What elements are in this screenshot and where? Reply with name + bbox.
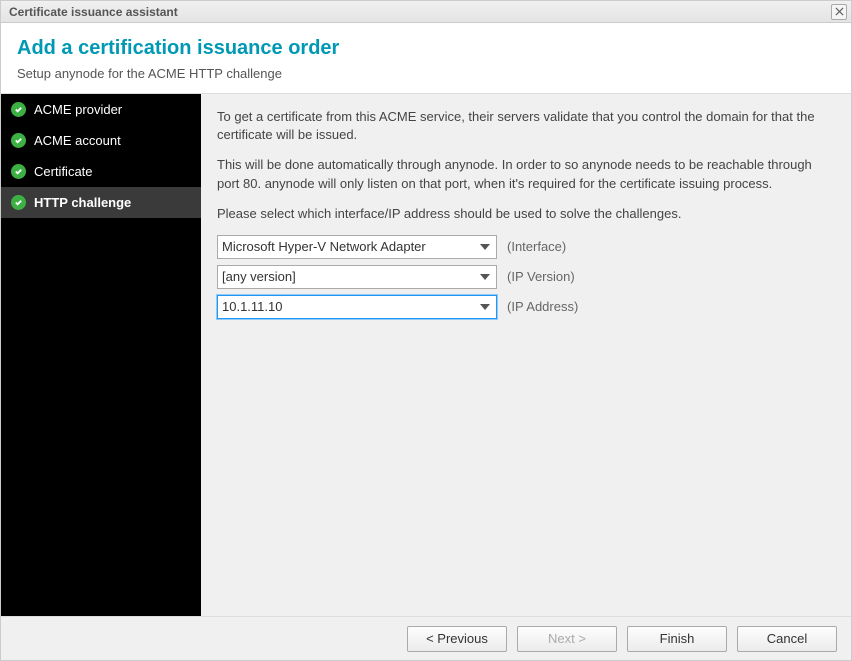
interface-select[interactable]: Microsoft Hyper-V Network Adapter (217, 235, 497, 259)
sidebar-item-acme-account[interactable]: ACME account (1, 125, 201, 156)
sidebar-item-label: HTTP challenge (34, 195, 131, 210)
content-paragraph-1: To get a certificate from this ACME serv… (217, 108, 835, 144)
header: Add a certification issuance order Setup… (1, 23, 851, 94)
sidebar-item-label: ACME provider (34, 102, 122, 117)
interface-row: Microsoft Hyper-V Network Adapter (Inter… (217, 235, 835, 259)
titlebar: Certificate issuance assistant (1, 1, 851, 23)
ipaddress-label: (IP Address) (507, 298, 578, 316)
close-icon (835, 7, 844, 16)
sidebar-item-certificate[interactable]: Certificate (1, 156, 201, 187)
sidebar-item-label: ACME account (34, 133, 121, 148)
sidebar: ACME provider ACME account Certificate H… (1, 94, 201, 616)
previous-button[interactable]: < Previous (407, 626, 507, 652)
cancel-button[interactable]: Cancel (737, 626, 837, 652)
dialog-window: Certificate issuance assistant Add a cer… (0, 0, 852, 661)
close-button[interactable] (831, 4, 847, 20)
finish-button[interactable]: Finish (627, 626, 727, 652)
page-title: Add a certification issuance order (17, 37, 835, 60)
ipversion-row: [any version] (IP Version) (217, 265, 835, 289)
ipversion-label: (IP Version) (507, 268, 575, 286)
footer: < Previous Next > Finish Cancel (1, 616, 851, 660)
sidebar-item-acme-provider[interactable]: ACME provider (1, 94, 201, 125)
sidebar-item-http-challenge[interactable]: HTTP challenge (1, 187, 201, 218)
check-icon (11, 133, 26, 148)
body: ACME provider ACME account Certificate H… (1, 94, 851, 616)
check-icon (11, 102, 26, 117)
content-paragraph-3: Please select which interface/IP address… (217, 205, 835, 223)
sidebar-item-label: Certificate (34, 164, 93, 179)
check-icon (11, 164, 26, 179)
next-button[interactable]: Next > (517, 626, 617, 652)
content-paragraph-2: This will be done automatically through … (217, 156, 835, 192)
ipversion-select[interactable]: [any version] (217, 265, 497, 289)
check-icon (11, 195, 26, 210)
content-area: To get a certificate from this ACME serv… (201, 94, 851, 616)
ipaddress-select[interactable]: 10.1.11.10 (217, 295, 497, 319)
window-title: Certificate issuance assistant (9, 5, 178, 19)
ipaddress-row: 10.1.11.10 (IP Address) (217, 295, 835, 319)
page-subtitle: Setup anynode for the ACME HTTP challeng… (17, 66, 835, 81)
interface-label: (Interface) (507, 238, 566, 256)
